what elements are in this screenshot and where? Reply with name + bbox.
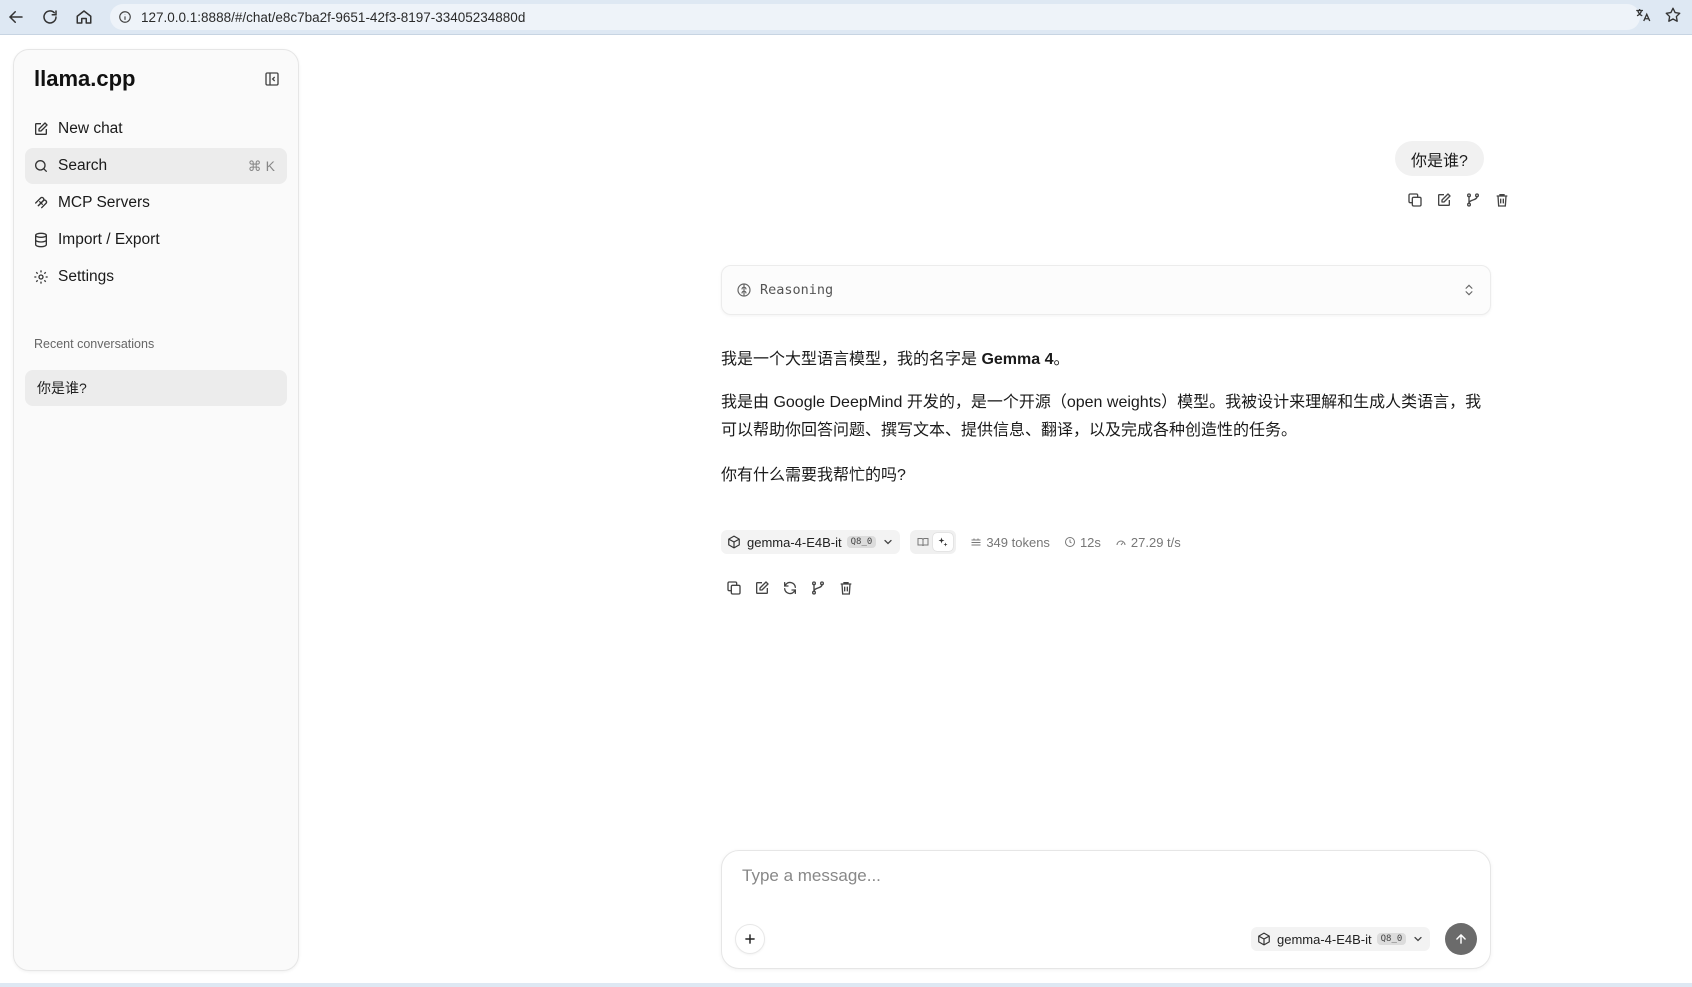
search-button[interactable]: Search ⌘ K (25, 148, 287, 184)
send-button[interactable] (1445, 923, 1477, 955)
sidebar: llama.cpp New chat Search ⌘ K MCP Server… (13, 49, 299, 971)
delete-icon[interactable] (837, 579, 855, 597)
gauge-icon (1116, 540, 1126, 546)
chevron-down-icon (884, 539, 892, 545)
site-info-icon[interactable] (118, 10, 132, 24)
generation-time: 12s (1064, 535, 1101, 550)
reasoning-toggle[interactable]: Reasoning (721, 265, 1491, 315)
view-mode-toggle (910, 530, 957, 554)
assistant-message-actions (725, 579, 855, 597)
message-composer: gemma-4-E4B-it Q8_0 (721, 850, 1491, 969)
cube-icon (728, 535, 740, 549)
import-export-label: Import / Export (58, 231, 160, 248)
book-icon[interactable] (913, 533, 933, 551)
tokens-icon (971, 538, 981, 546)
model-name-bold: Gemma 4 (981, 351, 1054, 368)
collapse-sidebar-icon[interactable] (264, 71, 280, 87)
edit-icon (35, 122, 48, 135)
model-name: gemma-4-E4B-it (747, 534, 842, 550)
settings-label: Settings (58, 268, 115, 285)
browser-toolbar: 127.0.0.1:8888/#/chat/e8c7ba2f-9651-42f3… (0, 0, 1692, 35)
mcp-servers-button[interactable]: MCP Servers (25, 185, 287, 221)
user-message-actions (1406, 191, 1511, 209)
brain-icon (737, 283, 751, 297)
token-count: 349 tokens (970, 535, 1050, 550)
mcp-icon (35, 196, 48, 209)
clock-icon (1064, 537, 1075, 547)
quant-badge: Q8_0 (846, 536, 877, 548)
mcp-servers-label: MCP Servers (58, 194, 150, 211)
recent-conversations-heading: Recent conversations (34, 337, 155, 351)
message-input[interactable] (742, 863, 1462, 889)
database-icon (35, 232, 47, 248)
regenerate-icon[interactable] (781, 579, 799, 597)
quant-badge: Q8_0 (1376, 933, 1407, 945)
generation-speed: 27.29 t/s (1115, 535, 1181, 550)
search-icon (35, 160, 47, 172)
chevron-down-icon (1414, 936, 1422, 942)
edit-icon[interactable] (1435, 191, 1453, 209)
attach-button[interactable] (735, 924, 765, 954)
assistant-paragraph-3: 你有什么需要我帮忙的吗? (721, 467, 906, 484)
cube-icon (1258, 932, 1270, 946)
speed-value: 27.29 t/s (1130, 534, 1181, 550)
import-export-button[interactable]: Import / Export (25, 222, 287, 258)
time-value: 12s (1079, 534, 1101, 550)
search-shortcut: ⌘ K (247, 157, 275, 174)
tokens-value: 349 tokens (986, 534, 1050, 550)
assistant-text: 。 (1053, 351, 1070, 368)
sparkle-icon[interactable] (933, 533, 954, 551)
back-icon[interactable] (4, 5, 28, 29)
reload-icon[interactable] (38, 5, 62, 29)
user-message-bubble: 你是谁? (1395, 141, 1484, 176)
app-title: llama.cpp (34, 66, 136, 91)
gear-icon (34, 270, 48, 284)
arrow-up-icon (1456, 934, 1466, 944)
assistant-paragraph-1: 我是一个大型语言模型，我的名字是 Gemma 4。 (721, 346, 1501, 374)
assistant-text: 我是一个大型语言模型，我的名字是 (721, 351, 982, 368)
reasoning-label: Reasoning (760, 282, 834, 298)
branch-icon[interactable] (1464, 191, 1482, 209)
settings-button[interactable]: Settings (25, 259, 287, 295)
new-chat-button[interactable]: New chat (25, 111, 287, 147)
model-name: gemma-4-E4B-it (1277, 931, 1372, 947)
copy-icon[interactable] (725, 579, 743, 597)
home-icon[interactable] (72, 5, 96, 29)
expand-chevron-icon (1465, 284, 1473, 296)
edit-icon[interactable] (753, 579, 771, 597)
delete-icon[interactable] (1493, 191, 1511, 209)
translate-icon[interactable] (1634, 6, 1652, 24)
search-label: Search (58, 157, 108, 174)
plus-icon (745, 934, 755, 944)
branch-icon[interactable] (809, 579, 827, 597)
composer-model-selector[interactable]: gemma-4-E4B-it Q8_0 (1251, 927, 1431, 951)
assistant-paragraph-2: 我是由 Google DeepMind 开发的，是一个开源（open weigh… (721, 394, 1482, 439)
bookmark-star-icon[interactable] (1664, 6, 1682, 24)
url-text: 127.0.0.1:8888/#/chat/e8c7ba2f-9651-42f3… (141, 9, 526, 25)
new-chat-label: New chat (58, 120, 123, 137)
model-selector[interactable]: gemma-4-E4B-it Q8_0 (721, 530, 901, 554)
copy-icon[interactable] (1406, 191, 1424, 209)
message-meta: gemma-4-E4B-it Q8_0 349 tokens 12s 27.29… (721, 530, 1181, 554)
conversation-item[interactable]: 你是谁? (25, 370, 287, 406)
address-bar[interactable]: 127.0.0.1:8888/#/chat/e8c7ba2f-9651-42f3… (110, 4, 1640, 30)
window-bottom-edge (0, 983, 1692, 987)
